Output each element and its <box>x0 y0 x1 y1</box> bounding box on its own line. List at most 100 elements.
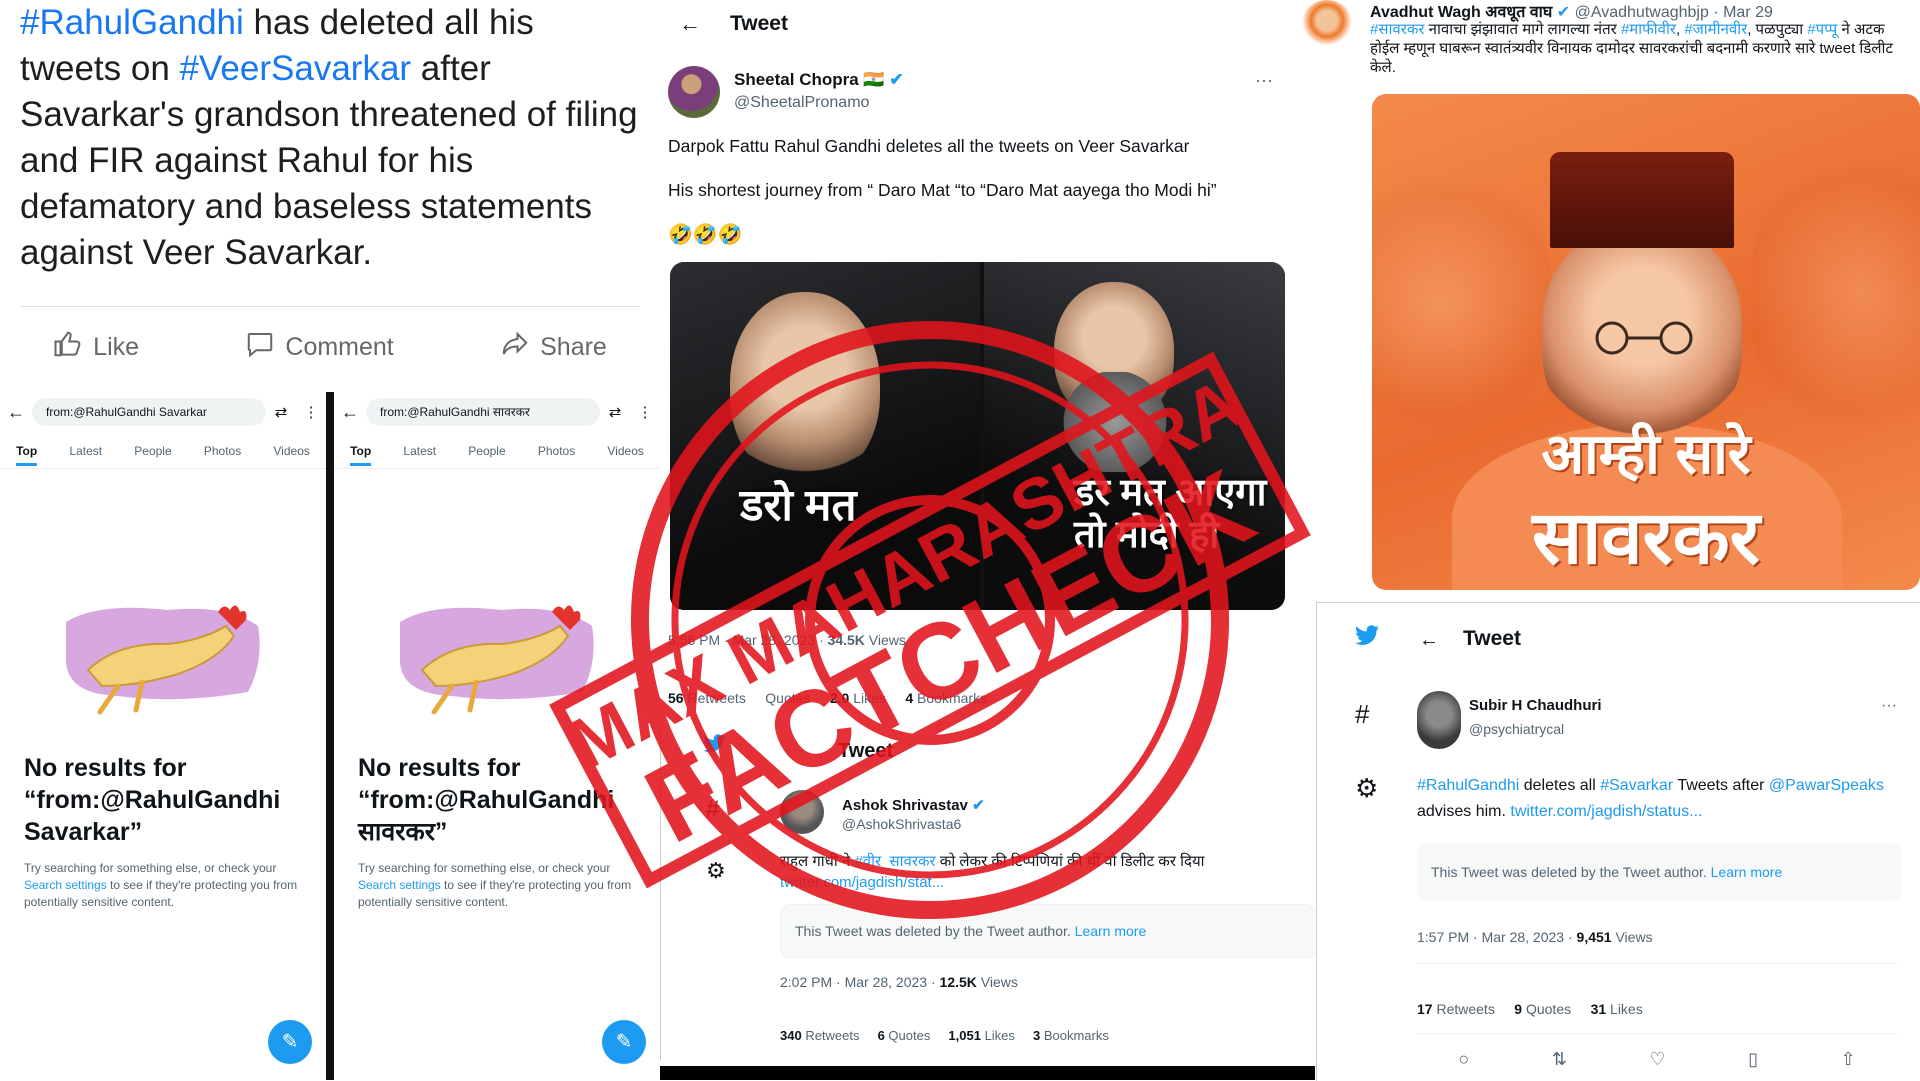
tweet-text-part: Tweets after <box>1673 777 1769 794</box>
compose-tweet-button[interactable]: ✎ <box>602 1020 646 1064</box>
page-title: Tweet <box>730 12 788 35</box>
search-settings-link[interactable]: Search settings <box>24 878 107 892</box>
image-caption: डर मत आएगा तो मोदी ही <box>1074 472 1267 556</box>
settings-gear-icon[interactable]: ⚙ <box>1355 773 1378 804</box>
tab-people[interactable]: People <box>468 436 505 466</box>
tweet-stats: 17 Retweets 9 Quotes 31 Likes <box>1417 1001 1643 1017</box>
tab-latest[interactable]: Latest <box>403 436 436 466</box>
back-arrow-icon[interactable]: ← <box>660 11 720 37</box>
hashtag-link[interactable]: #माफीवीर <box>1621 21 1676 38</box>
reply-icon[interactable]: ○ <box>1458 1049 1469 1070</box>
avatar[interactable] <box>1417 691 1461 749</box>
no-results-title: No results for “from:@RahulGandhi सावरकर… <box>358 754 615 846</box>
author-handle[interactable]: @Avadhutwaghbjp <box>1575 4 1709 21</box>
tweet-image[interactable]: डरो मत डर मत आएगा तो मोदी ही <box>670 262 1285 610</box>
hashtag-link[interactable]: #VeerSavarkar <box>180 49 412 88</box>
glasses-figure <box>1595 321 1693 355</box>
tweet-stats: 56 Retweets Quotes 2,0 Likes 4 Bookmarks <box>668 690 987 706</box>
tweet-emojis: 🤣🤣🤣 <box>668 224 743 246</box>
learn-more-link[interactable]: Learn more <box>1711 864 1783 880</box>
comment-button[interactable]: Comment <box>245 329 394 366</box>
views-label: Views <box>864 632 906 648</box>
twitter-bird-icon[interactable] <box>702 734 726 762</box>
hashtag-link[interactable]: #जामीनवीर <box>1684 21 1747 38</box>
tab-photos[interactable]: Photos <box>538 436 575 466</box>
more-vertical-icon[interactable]: ⋮ <box>296 403 326 421</box>
tweet-text-part: deletes all <box>1519 777 1601 794</box>
retweets-count[interactable]: 340 <box>780 1028 802 1043</box>
author-name[interactable]: Sheetal Chopra 🇮🇳 ✔ <box>734 70 904 90</box>
no-results-title: No results for “from:@RahulGandhi Savark… <box>24 754 281 846</box>
back-arrow-icon[interactable]: ← <box>334 402 366 423</box>
tab-photos[interactable]: Photos <box>204 436 241 466</box>
quotes-count[interactable]: 6 <box>878 1028 885 1043</box>
avatar[interactable] <box>1302 0 1352 46</box>
back-arrow-icon[interactable]: ← <box>1419 629 1439 652</box>
search-input[interactable]: from:@RahulGandhi Savarkar <box>32 398 266 426</box>
hashtag-link[interactable]: #Savarkar <box>1600 777 1673 794</box>
retweets-count[interactable]: 56 <box>668 690 684 706</box>
filter-icon[interactable]: ⇄ <box>266 403 296 421</box>
filter-icon[interactable]: ⇄ <box>600 403 630 421</box>
share-button[interactable]: Share <box>500 329 607 366</box>
bookmarks-count[interactable]: 4 <box>905 690 913 706</box>
image-caption: डरो मत <box>740 481 857 530</box>
more-options-icon[interactable]: ··· <box>1881 697 1897 715</box>
learn-more-link[interactable]: Learn more <box>1075 923 1147 939</box>
explore-hashtag-icon[interactable]: # <box>1355 699 1369 730</box>
views-count: 34.5K <box>827 632 865 648</box>
quotes-count[interactable]: 9 <box>1514 1001 1522 1017</box>
sheetal-chopra-tweet-screenshot: ← Tweet Sheetal Chopra 🇮🇳 ✔ @SheetalPron… <box>660 0 1285 720</box>
tweet-image[interactable]: आम्ही सारे सावरकर <box>1372 94 1920 590</box>
hashtag-link[interactable]: #वीर_सावरकर <box>854 853 935 870</box>
search-settings-link[interactable]: Search settings <box>358 878 441 892</box>
ashok-shrivastav-tweet-screenshot: # ⚙ Tweet Ashok Shrivastav ✔ @AshokShriv… <box>660 722 1315 1060</box>
tab-top[interactable]: Top <box>16 436 38 466</box>
retweets-label: Retweets <box>683 690 746 706</box>
hashtag-link[interactable]: #सावरकर <box>1370 21 1425 38</box>
author-name[interactable]: Ashok Shrivastav ✔ <box>842 796 985 814</box>
page-title: Tweet <box>838 740 894 762</box>
retweet-icon[interactable]: ⇅ <box>1552 1049 1567 1070</box>
author-name-text: Ashok Shrivastav <box>842 797 968 814</box>
likes-count[interactable]: 2,0 <box>830 690 849 706</box>
like-heart-icon[interactable]: ♡ <box>1649 1049 1665 1070</box>
hashtag-link[interactable]: #RahulGandhi <box>20 3 244 42</box>
mention-link[interactable]: @PawarSpeaks <box>1769 777 1884 794</box>
quotes-label[interactable]: Quotes <box>765 690 810 706</box>
tab-videos[interactable]: Videos <box>273 436 309 466</box>
hashtag-link[interactable]: #पप्पू <box>1807 21 1837 38</box>
tab-videos[interactable]: Videos <box>607 436 643 466</box>
more-options-icon[interactable]: ··· <box>1255 70 1273 91</box>
settings-gear-icon[interactable]: ⚙ <box>706 858 726 884</box>
likes-count[interactable]: 31 <box>1591 1001 1607 1017</box>
search-input[interactable]: from:@RahulGandhi सावरकर <box>366 398 600 426</box>
hashtag-link[interactable]: #RahulGandhi <box>1417 777 1519 794</box>
tweet-link[interactable]: twitter.com/jagdish/status... <box>1510 803 1702 820</box>
explore-hashtag-icon[interactable]: # <box>706 796 719 824</box>
author-handle[interactable]: @psychiatrycal <box>1469 721 1564 737</box>
author-name[interactable]: Avadhut Wagh अवधूत वाघ <box>1370 4 1552 21</box>
twitter-bird-icon[interactable] <box>1353 625 1381 656</box>
author-handle[interactable]: @AshokShrivasta6 <box>842 816 961 832</box>
tab-people[interactable]: People <box>134 436 171 466</box>
avatar[interactable] <box>780 790 824 834</box>
share-icon[interactable]: ⇧ <box>1841 1049 1856 1070</box>
tab-top[interactable]: Top <box>350 436 372 466</box>
retweets-count[interactable]: 17 <box>1417 1001 1433 1017</box>
page-title: Tweet <box>1463 627 1521 650</box>
search-tabs: Top Latest People Photos Videos <box>0 436 326 466</box>
author-handle[interactable]: @SheetalPronamo <box>734 94 869 112</box>
more-vertical-icon[interactable]: ⋮ <box>630 403 660 421</box>
like-button[interactable]: Like <box>53 329 139 366</box>
tab-latest[interactable]: Latest <box>69 436 102 466</box>
tweet-link[interactable]: twitter.com/jagdish/stat... <box>780 874 944 891</box>
post-actions: Like Comment Share <box>0 322 660 372</box>
compose-tweet-button[interactable]: ✎ <box>268 1020 312 1064</box>
avatar[interactable] <box>668 66 720 118</box>
author-name[interactable]: Subir H Chaudhuri <box>1469 697 1602 714</box>
back-arrow-icon[interactable]: ← <box>0 402 32 423</box>
views-label: Views <box>976 974 1018 990</box>
bookmark-icon[interactable]: ▯ <box>1748 1049 1758 1070</box>
likes-count[interactable]: 1,051 <box>948 1028 981 1043</box>
